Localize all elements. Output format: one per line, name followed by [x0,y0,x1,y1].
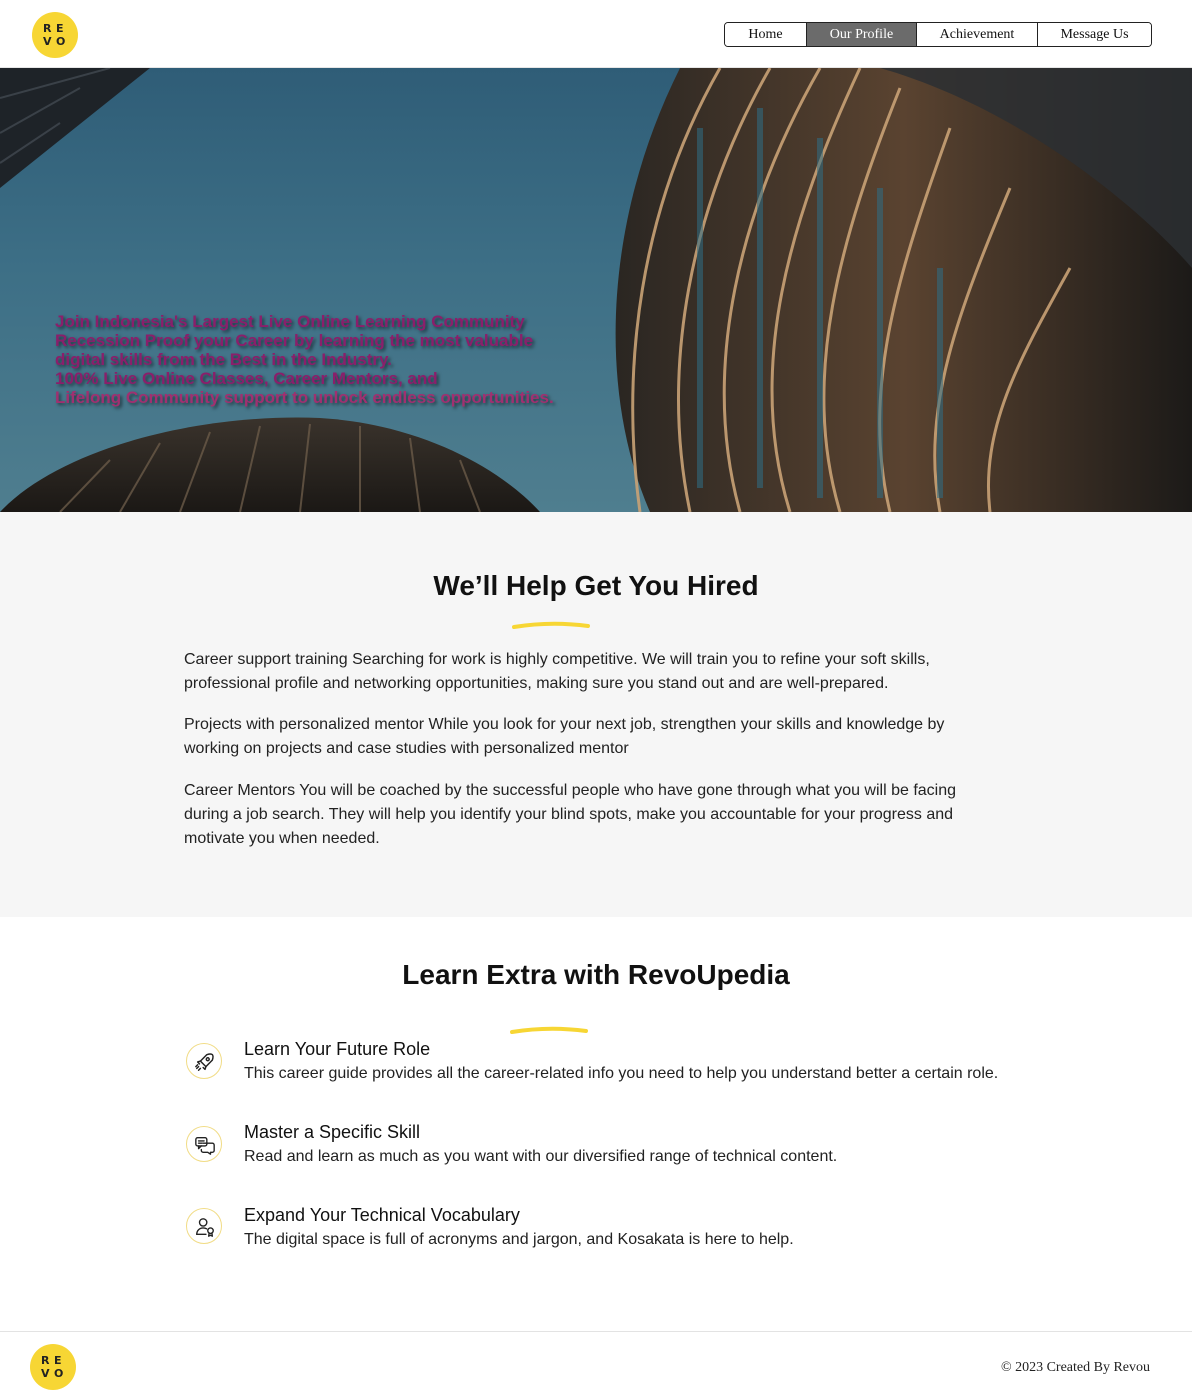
feature-title: Master a Specific Skill [244,1122,421,1142]
help-section: We’ll Help Get You Hired Career support … [0,512,1192,917]
title-underline-accent [512,621,590,629]
title-underline-accent [510,1026,588,1034]
site-footer: R E V O © 2023 Created By Revou [0,1331,1192,1398]
hero-tagline-line: digital skills from the Best in the Indu… [55,350,392,369]
nav-home[interactable]: Home [725,23,807,46]
logo-glyph: O [54,1367,64,1380]
hero-tagline-line: Lifelong Community support to unlock end… [55,388,554,407]
feature-title: Learn Your Future Role [244,1039,431,1059]
hero-building-image [0,68,1192,512]
feature-description: This career guide provides all the caree… [244,1065,999,1082]
user-badge-icon [186,1208,222,1244]
hero-tagline-line: Recession Proof your Career by learning … [55,331,534,350]
logo-glyph: R [41,1354,50,1367]
main-nav: Home Our Profile Achievement Message Us [724,22,1152,47]
logo-glyph: R [43,22,52,35]
revou-logo[interactable]: R E V O [30,1344,76,1390]
copyright-text: © 2023 Created By Revou [1000,1360,1150,1375]
hero-tagline-line: Join Indonesia's Largest Live Online Lea… [55,312,525,331]
help-title: We’ll Help Get You Hired [433,570,759,601]
logo-glyph: V [43,35,52,48]
feature-title: Expand Your Technical Vocabulary [244,1205,520,1225]
help-paragraph: Career support training Searching for wo… [184,651,930,692]
learn-section: Learn Extra with RevoUpedia Learn Your F… [0,917,1192,1331]
help-paragraph: Career Mentors You will be coached by th… [184,782,957,847]
logo-glyph: V [41,1367,50,1380]
nav-message-us[interactable]: Message Us [1038,23,1151,46]
hero-tagline-line: 100% Live Online Classes, Career Mentors… [55,369,438,388]
feature-description: Read and learn as much as you want with … [244,1148,838,1165]
rocket-icon [186,1043,222,1079]
nav-achievement[interactable]: Achievement [917,23,1038,46]
learn-title: Learn Extra with RevoUpedia [402,959,790,990]
help-paragraph: Projects with personalized mentor While … [184,716,945,757]
site-header: R E V O Home Our Profile Achievement Mes… [0,0,1192,68]
logo-glyph: E [54,1354,62,1367]
logo-glyph: O [56,35,66,48]
hero-tagline: Join Indonesia's Largest Live Online Lea… [55,312,655,407]
revou-logo[interactable]: R E V O [32,12,78,58]
logo-glyph: E [56,22,64,35]
hero-banner: Join Indonesia's Largest Live Online Lea… [0,68,1192,512]
feature-description: The digital space is full of acronyms an… [244,1231,794,1248]
nav-our-profile[interactable]: Our Profile [807,23,917,46]
chat-bubbles-icon [186,1126,222,1162]
